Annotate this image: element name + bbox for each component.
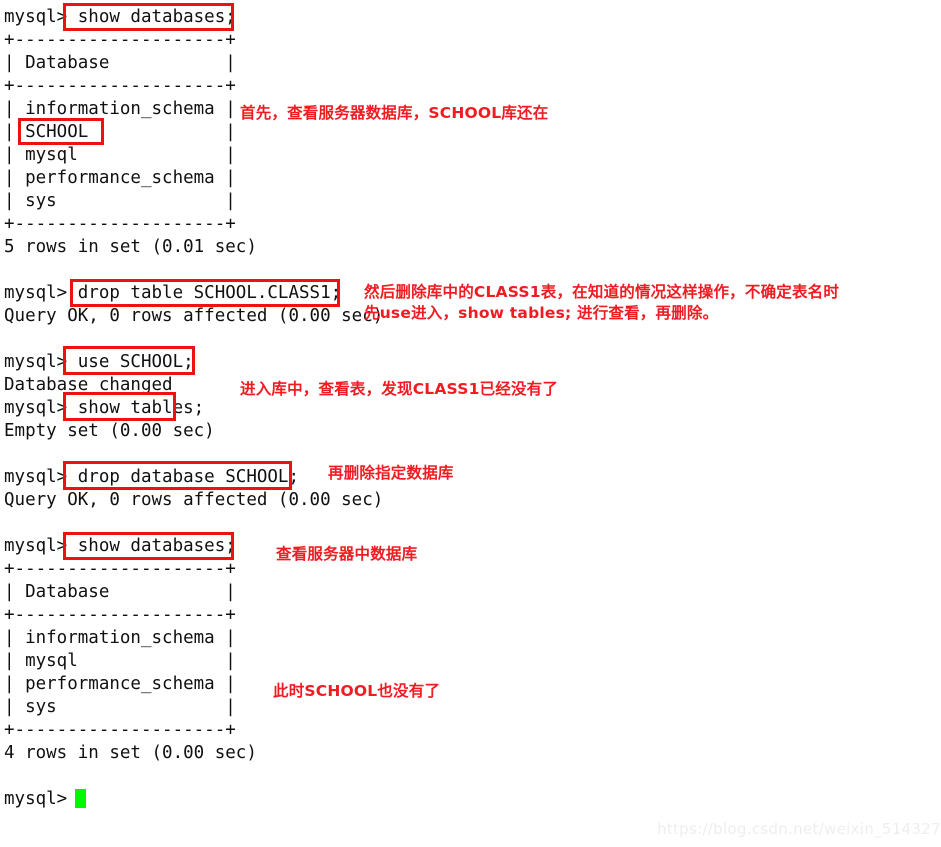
annotation-drop-specified-database: 再删除指定数据库 xyxy=(328,464,454,482)
terminal-line: | SCHOOL | xyxy=(4,122,236,142)
annotation-check-server-databases: 首先，查看服务器数据库，SCHOOL库还在 xyxy=(240,104,549,122)
terminal-line: +--------------------+ xyxy=(4,76,236,96)
csdn-blog-watermark: https://blog.csdn.net/weixin_51432770 xyxy=(657,820,941,838)
terminal-line: | mysql | xyxy=(4,651,236,671)
terminal-line: mysql> show tables; xyxy=(4,398,205,418)
terminal-line: | mysql | xyxy=(4,145,236,165)
terminal-line: mysql> use SCHOOL; xyxy=(4,352,194,372)
annotation-school-gone: 此时SCHOOL也没有了 xyxy=(273,682,441,700)
terminal-line: Empty set (0.00 sec) xyxy=(4,421,215,441)
terminal-line: | performance_schema | xyxy=(4,168,236,188)
terminal-line: Database changed xyxy=(4,375,173,395)
terminal-line: Query OK, 0 rows affected (0.00 sec) xyxy=(4,306,384,326)
terminal-line: Query OK, 0 rows affected (0.00 sec) xyxy=(4,490,384,510)
terminal-line: mysql> show databases; xyxy=(4,536,236,556)
terminal-line: mysql> xyxy=(4,789,68,809)
terminal-line: +--------------------+ xyxy=(4,30,236,50)
terminal-line: | Database | xyxy=(4,53,236,73)
annotation-view-server-databases: 查看服务器中数据库 xyxy=(276,545,418,563)
terminal-line: mysql> drop table SCHOOL.CLASS1; xyxy=(4,283,342,303)
terminal-line: | sys | xyxy=(4,191,236,211)
mysql-terminal-output: mysql> show databases; +-----------------… xyxy=(0,0,941,847)
terminal-line: | sys | xyxy=(4,697,236,717)
terminal-line: +--------------------+ xyxy=(4,720,236,740)
annotation-drop-class1-table: 然后删除库中的CLASS1表，在知道的情况这样操作，不确定表名时 先use进入，… xyxy=(364,283,840,322)
terminal-cursor xyxy=(75,789,86,808)
terminal-line: +--------------------+ xyxy=(4,214,236,234)
terminal-line: mysql> show databases; xyxy=(4,7,236,27)
terminal-line: | Database | xyxy=(4,582,236,602)
terminal-line: 5 rows in set (0.01 sec) xyxy=(4,237,257,257)
terminal-line: +--------------------+ xyxy=(4,605,236,625)
terminal-line: mysql> drop database SCHOOL; xyxy=(4,467,300,487)
terminal-line: 4 rows in set (0.00 sec) xyxy=(4,743,257,763)
terminal-line: | information_schema | xyxy=(4,628,236,648)
terminal-line: | information_schema | xyxy=(4,99,236,119)
terminal-line: | performance_schema | xyxy=(4,674,236,694)
annotation-enter-db-check-tables: 进入库中，查看表，发现CLASS1已经没有了 xyxy=(240,380,559,398)
terminal-line: +--------------------+ xyxy=(4,559,236,579)
